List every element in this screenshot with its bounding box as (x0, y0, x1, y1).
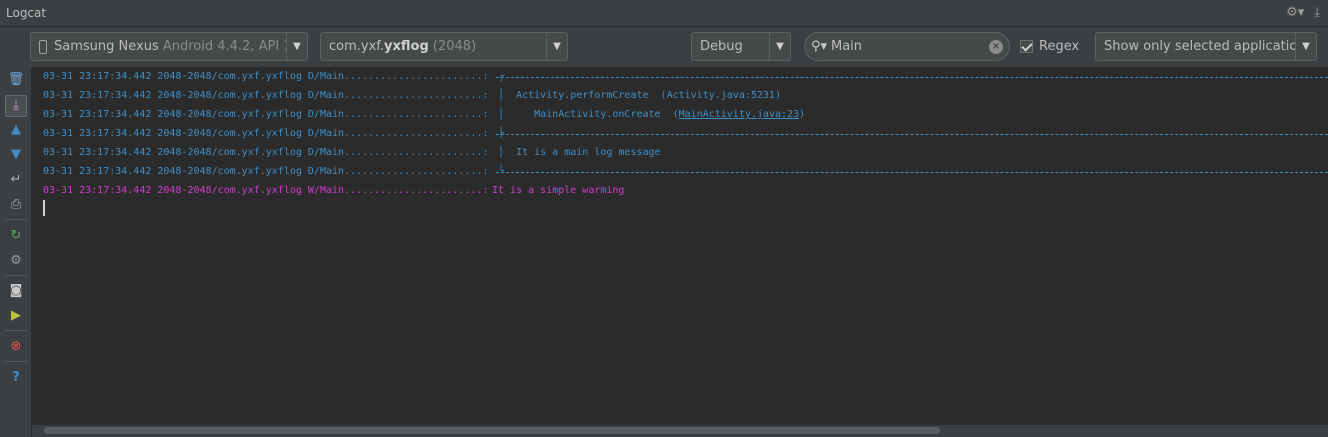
log-line-prefix: 03-31 23:17:34.442 2048-2048/com.yxf.yxf… (43, 185, 489, 196)
source-link[interactable]: MainActivity.java:23 (679, 109, 799, 120)
divider (5, 361, 27, 362)
process-prefix: com.yxf. (329, 39, 385, 54)
checkbox-checked[interactable] (1020, 40, 1033, 53)
log-line-prefix: 03-31 23:17:34.442 2048-2048/com.yxf.yxf… (43, 90, 489, 101)
log-line-prefix: 03-31 23:17:34.442 2048-2048/com.yxf.yxf… (43, 71, 489, 82)
log-line: 03-31 23:17:34.442 2048-2048/com.yxf.yxf… (43, 184, 1328, 198)
screen-record-icon[interactable]: ▶ (7, 307, 25, 325)
regex-checkbox[interactable]: Regex (1020, 39, 1079, 54)
log-line: 03-31 23:17:34.442 2048-2048/com.yxf.yxf… (43, 89, 1328, 103)
clear-logcat-icon[interactable]: 🗑 (7, 71, 25, 89)
up-the-stack-icon[interactable]: ▲ (7, 121, 25, 139)
regex-label: Regex (1039, 39, 1080, 54)
window-title: Logcat (6, 6, 47, 20)
log-level-value: Debug (700, 39, 743, 54)
border-dashes (496, 172, 1328, 173)
toolbar: Samsung Nexus Android 4.4.2, API 19 ▼ co… (0, 27, 1328, 67)
text-cursor (43, 200, 45, 216)
device-details: Android 4.4.2, API 19 (162, 39, 286, 54)
log-line: 03-31 23:17:34.442 2048-2048/com.yxf.yxf… (43, 70, 1328, 84)
message-text: │ Activity.performCreate (Activity.java:… (498, 90, 781, 101)
restart-icon[interactable]: ↻ (7, 227, 25, 245)
scrollbar-thumb[interactable] (44, 427, 940, 434)
device-selector[interactable]: Samsung Nexus Android 4.4.2, API 19 ▼ (30, 32, 308, 61)
log-level-selector[interactable]: Debug ▼ (691, 32, 791, 61)
log-line: 03-31 23:17:34.442 2048-2048/com.yxf.yxf… (43, 165, 1328, 179)
down-the-stack-icon[interactable]: ▼ (7, 146, 25, 164)
log-line-message: │ It is a main log message (498, 146, 661, 160)
log-line-message: It is a simple warming (492, 184, 624, 198)
hide-icon[interactable]: ⤓ (1314, 5, 1320, 20)
log-line-prefix: 03-31 23:17:34.442 2048-2048/com.yxf.yxf… (43, 109, 489, 120)
search-icon[interactable]: ⚲▾ (811, 39, 831, 54)
log-line-message: │ Activity.performCreate (Activity.java:… (498, 89, 781, 103)
border-dashes (496, 77, 1328, 78)
message-text: │ It is a main log message (498, 147, 661, 158)
log-line: 03-31 23:17:34.442 2048-2048/com.yxf.yxf… (43, 127, 1328, 141)
phone-icon (39, 39, 47, 54)
border-dashes (496, 134, 1328, 135)
divider (5, 219, 27, 220)
log-line-prefix: 03-31 23:17:34.442 2048-2048/com.yxf.yxf… (43, 128, 489, 139)
log-line: 03-31 23:17:34.442 2048-2048/com.yxf.yxf… (43, 108, 1328, 122)
logcat-output[interactable]: 03-31 23:17:34.442 2048-2048/com.yxf.yxf… (32, 67, 1328, 425)
chevron-down-icon[interactable]: ▼ (769, 33, 790, 60)
help-icon[interactable]: ? (7, 369, 25, 387)
filter-selector[interactable]: Show only selected application ▼ (1095, 32, 1317, 61)
message-suffix: ) (799, 109, 806, 120)
log-line-message: │ MainActivity.onCreate (MainActivity.ja… (498, 108, 805, 122)
log-line: 03-31 23:17:34.442 2048-2048/com.yxf.yxf… (43, 146, 1328, 160)
title-bar-actions: ⚙▾ ⤓ (1286, 5, 1320, 20)
filter-value: Show only selected application (1104, 39, 1295, 54)
horizontal-scrollbar[interactable] (32, 425, 1328, 437)
screen-capture-icon[interactable]: ◙ (7, 282, 25, 300)
process-name: yxflog (384, 39, 429, 54)
device-name: Samsung Nexus (54, 39, 159, 54)
log-line-prefix: 03-31 23:17:34.442 2048-2048/com.yxf.yxf… (43, 147, 489, 158)
settings-icon[interactable]: ⚙ (7, 252, 25, 270)
search-box[interactable]: ⚲▾ × (804, 32, 1010, 61)
divider (5, 275, 27, 276)
process-selector[interactable]: com.yxf.yxflog (2048) ▼ (320, 32, 568, 61)
clear-search-icon[interactable]: × (989, 39, 1003, 54)
terminate-app-icon[interactable]: ⊗ (7, 338, 25, 356)
logcat-actions-sidebar: 🗑 ⤓ ▲ ▼ ↵ ⎙ ↻ ⚙ ◙ ▶ ⊗ ? (0, 67, 32, 437)
chevron-down-icon[interactable]: ▼ (1295, 33, 1316, 60)
print-icon[interactable]: ⎙ (7, 196, 25, 214)
search-input[interactable] (831, 39, 989, 54)
scroll-to-end-icon[interactable]: ⤓ (5, 95, 27, 117)
message-text: │ MainActivity.onCreate ( (498, 109, 679, 120)
title-bar: Logcat ⚙▾ ⤓ (0, 0, 1328, 27)
gear-icon[interactable]: ⚙▾ (1286, 5, 1304, 20)
message-text: It is a simple warming (492, 185, 625, 196)
process-pid: (2048) (432, 39, 477, 54)
chevron-down-icon[interactable]: ▼ (286, 33, 307, 60)
soft-wraps-icon[interactable]: ↵ (7, 171, 25, 189)
chevron-down-icon[interactable]: ▼ (546, 33, 567, 60)
log-line-prefix: 03-31 23:17:34.442 2048-2048/com.yxf.yxf… (43, 166, 489, 177)
divider (5, 330, 27, 331)
